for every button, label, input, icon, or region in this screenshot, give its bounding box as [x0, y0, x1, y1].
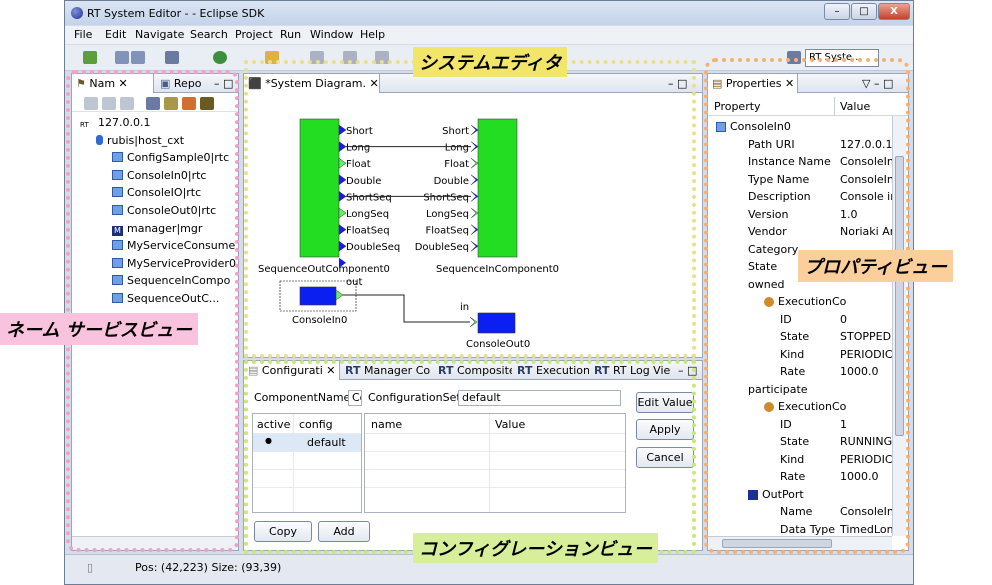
new-icon[interactable] [83, 51, 97, 64]
menu-navigate[interactable]: Navigate [135, 28, 184, 41]
menu-file[interactable]: File [74, 28, 92, 41]
maximize-button[interactable]: □ [851, 3, 877, 20]
minimize-button[interactable]: – [824, 3, 850, 20]
name-service-highlight [66, 70, 239, 552]
name-service-callout: ネーム サービスビュー [0, 313, 198, 345]
menu-window[interactable]: Window [310, 28, 353, 41]
system-editor-highlight [244, 60, 696, 358]
menu-search[interactable]: Search [190, 28, 228, 41]
menu-bar: File Edit Navigate Search Project Run Wi… [65, 26, 913, 44]
menu-project[interactable]: Project [235, 28, 273, 41]
system-editor-callout: システムエディタ [413, 47, 568, 77]
save-all-icon[interactable] [131, 51, 145, 64]
window-title: RT System Editor - - Eclipse SDK [87, 7, 265, 20]
menu-help[interactable]: Help [360, 28, 385, 41]
status-text: Pos: (42,223) Size: (93,39) [135, 561, 282, 574]
eclipse-icon [71, 7, 83, 19]
configuration-highlight [244, 360, 696, 554]
menu-edit[interactable]: Edit [105, 28, 126, 41]
status-icon: ▯ [87, 561, 94, 574]
menu-run[interactable]: Run [280, 28, 301, 41]
close-button[interactable]: X [878, 3, 910, 20]
properties-highlight [704, 58, 910, 554]
run-icon[interactable] [213, 51, 227, 64]
title-bar: RT System Editor - - Eclipse SDK – □ X [65, 1, 913, 25]
configuration-callout: コンフィグレーションビュー [413, 533, 658, 563]
save-icon[interactable] [115, 51, 129, 64]
properties-callout: プロパティビュー [798, 250, 953, 282]
open-type-icon[interactable] [165, 51, 179, 64]
